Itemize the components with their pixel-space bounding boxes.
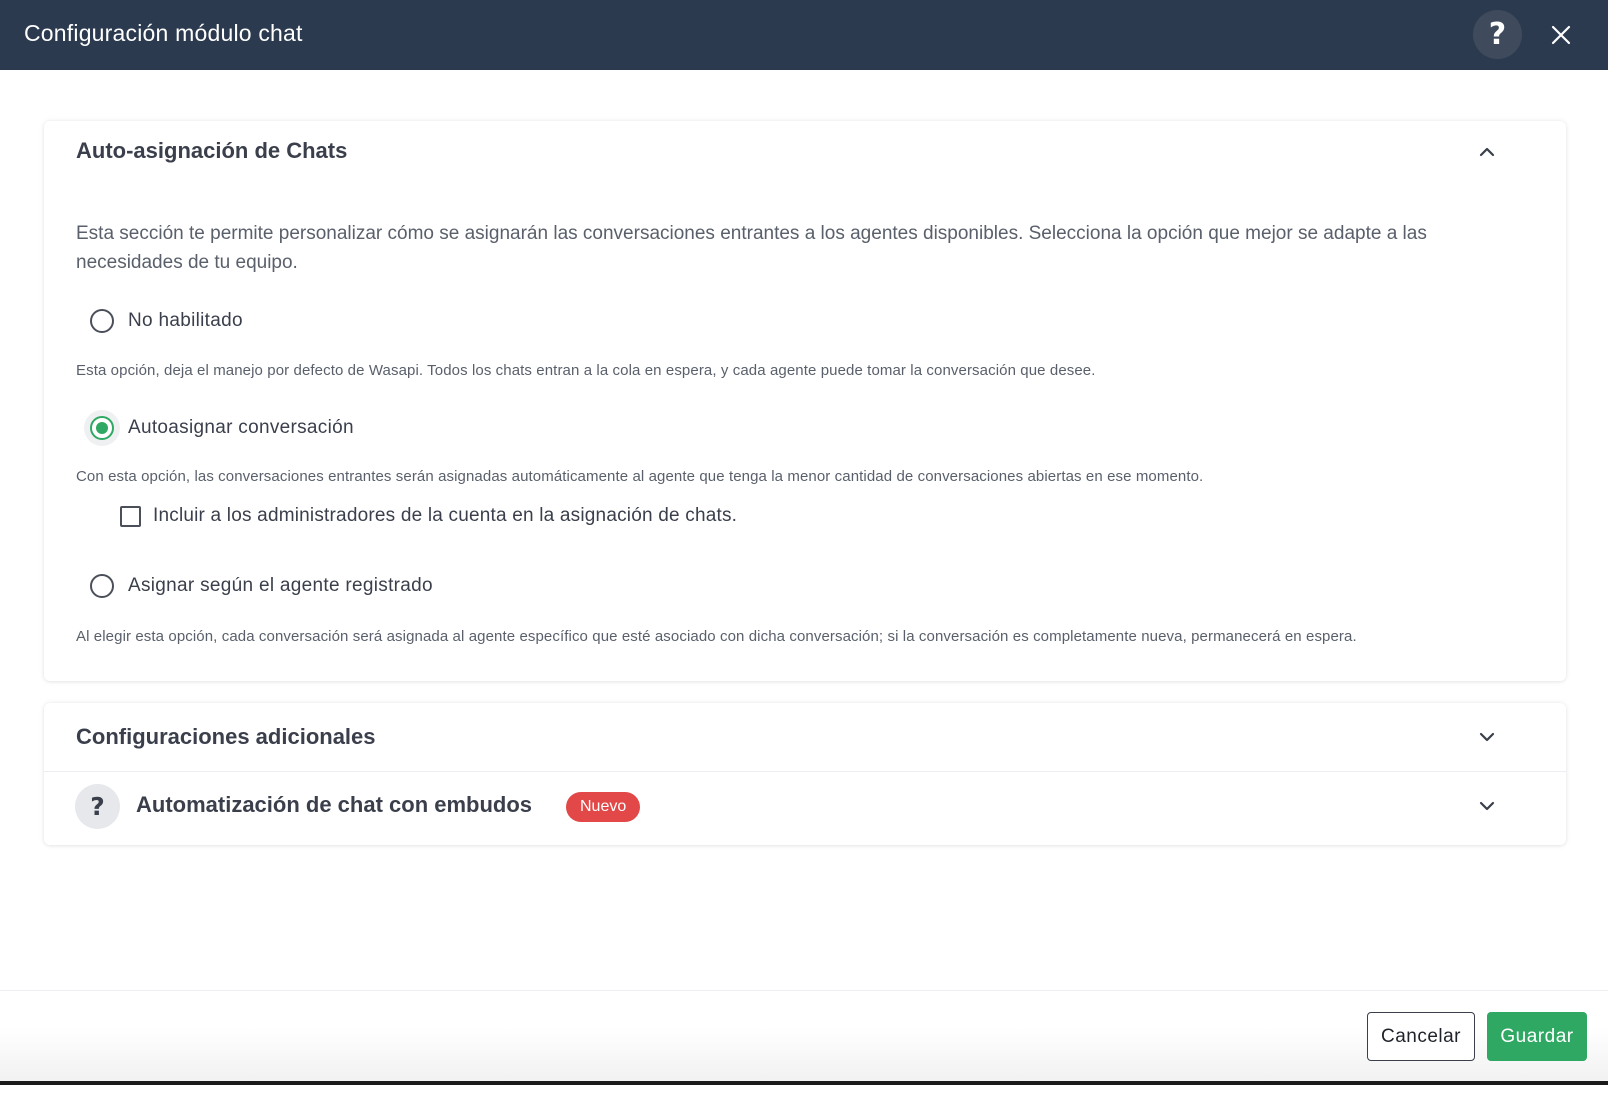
option-auto-assign-description: Con esta opción, las conversaciones entr… [76, 468, 1204, 485]
auto-assign-panel: Auto-asignación de Chats Esta sección te… [44, 121, 1566, 681]
modal-header: Configuración módulo chat ? [0, 0, 1608, 70]
option-not-enabled[interactable]: No habilitado [84, 303, 243, 339]
auto-assign-intro: Esta sección te permite personalizar cóm… [76, 223, 1427, 273]
close-button[interactable] [1546, 20, 1576, 50]
divider [44, 771, 1566, 772]
save-button[interactable]: Guardar [1487, 1012, 1587, 1061]
option-registered-agent[interactable]: Asignar según el agente registrado [84, 568, 433, 604]
cancel-button[interactable]: Cancelar [1367, 1012, 1475, 1061]
include-admins-label: Incluir a los administradores de la cuen… [153, 505, 738, 526]
include-admins-row[interactable]: Incluir a los administradores de la cuen… [120, 505, 737, 527]
option-not-enabled-label: No habilitado [128, 310, 243, 331]
bottom-edge [0, 1081, 1608, 1085]
additional-settings-panel: Configuraciones adicionales ? Automatiza… [44, 703, 1566, 845]
chevron-down-icon[interactable] [1477, 727, 1497, 747]
radio-halo [84, 568, 120, 604]
option-registered-agent-label: Asignar según el agente registrado [128, 575, 433, 596]
option-registered-agent-description: Al elegir esta opción, cada conversación… [76, 628, 1357, 645]
funnels-help-icon: ? [75, 784, 120, 829]
funnels-title[interactable]: Automatización de chat con embudos [136, 792, 532, 818]
option-auto-assign-label: Autoasignar conversación [128, 417, 354, 438]
new-badge: Nuevo [566, 792, 641, 822]
close-icon [1551, 25, 1571, 45]
chevron-up-icon[interactable] [1477, 142, 1497, 162]
option-not-enabled-description: Esta opción, deja el manejo por defecto … [76, 362, 1096, 379]
radio-auto-assign[interactable] [90, 416, 114, 440]
chevron-down-icon[interactable] [1477, 796, 1497, 816]
include-admins-checkbox[interactable] [120, 505, 141, 527]
help-button[interactable]: ? [1473, 10, 1522, 59]
radio-not-enabled[interactable] [90, 309, 114, 333]
radio-halo [84, 303, 120, 339]
auto-assign-title[interactable]: Auto-asignación de Chats [76, 138, 347, 164]
additional-settings-title[interactable]: Configuraciones adicionales [76, 724, 376, 750]
radio-registered-agent[interactable] [90, 574, 114, 598]
radio-halo [84, 410, 120, 446]
modal-title: Configuración módulo chat [24, 20, 303, 46]
option-auto-assign[interactable]: Autoasignar conversación [84, 410, 354, 446]
